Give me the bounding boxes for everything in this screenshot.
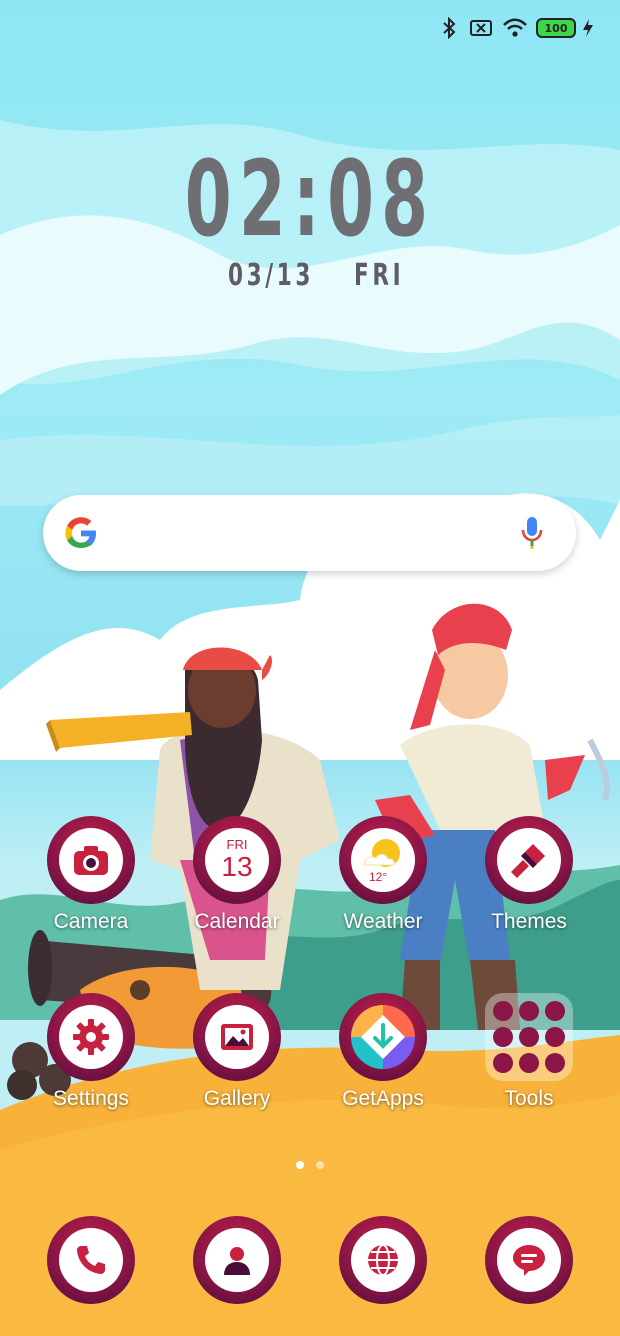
bluetooth-icon	[443, 17, 456, 39]
messages-icon	[513, 1245, 545, 1276]
page-indicator-inactive	[316, 1161, 324, 1169]
app-label: Calendar	[194, 910, 280, 933]
google-logo	[65, 517, 96, 548]
browser-icon	[368, 1244, 398, 1276]
charging-icon	[583, 19, 593, 37]
gallery-icon	[221, 1024, 253, 1050]
contacts-icon	[224, 1247, 250, 1275]
dock-phone[interactable]	[26, 1216, 156, 1304]
clock-date: 03/13	[228, 258, 315, 293]
dock-browser[interactable]	[318, 1216, 448, 1304]
status-bar: 100	[440, 14, 594, 42]
home-screen: 100 02:08 03/13 FRI Camera FRI 13 Calend…	[0, 0, 620, 1336]
paintbrush-icon	[511, 844, 545, 878]
app-getapps[interactable]: GetApps	[318, 993, 448, 1111]
calendar-day-number: 13	[221, 851, 253, 882]
dock-messages[interactable]	[464, 1216, 594, 1304]
app-label: GetApps	[342, 1087, 424, 1110]
clock-weekday: FRI	[354, 258, 405, 293]
app-label: Camera	[53, 910, 129, 933]
wifi-icon	[503, 18, 527, 37]
app-label: Weather	[343, 910, 423, 933]
calendar-day-name: FRI	[226, 837, 248, 852]
app-settings[interactable]: Settings	[26, 993, 156, 1111]
mic-icon[interactable]	[521, 515, 543, 551]
phone-icon	[77, 1246, 105, 1274]
battery-icon: 100	[536, 18, 576, 38]
app-themes[interactable]: Themes	[464, 816, 594, 934]
getapps-icon	[361, 1015, 405, 1059]
app-label: Tools	[504, 1087, 554, 1110]
clock-time[interactable]: 02:08	[87, 138, 533, 260]
app-gallery[interactable]: Gallery	[172, 993, 302, 1111]
camera-icon	[74, 846, 108, 875]
app-calendar[interactable]: FRI 13 Calendar	[172, 816, 302, 934]
page-indicator-active	[296, 1161, 304, 1169]
app-camera[interactable]: Camera	[26, 816, 156, 934]
gear-icon	[73, 1019, 109, 1055]
app-label: Settings	[53, 1087, 129, 1110]
app-weather[interactable]: 12° Weather	[318, 816, 448, 934]
app-label: Themes	[491, 910, 567, 933]
weather-temp: 12°	[369, 870, 388, 884]
folder-icon	[485, 993, 573, 1081]
folder-tools[interactable]: Tools	[464, 993, 594, 1111]
sim-off-icon	[470, 20, 492, 36]
battery-level: 100	[544, 21, 568, 35]
app-label: Gallery	[203, 1087, 271, 1110]
dock-contacts[interactable]	[172, 1216, 302, 1304]
google-search-bar[interactable]	[43, 495, 576, 571]
